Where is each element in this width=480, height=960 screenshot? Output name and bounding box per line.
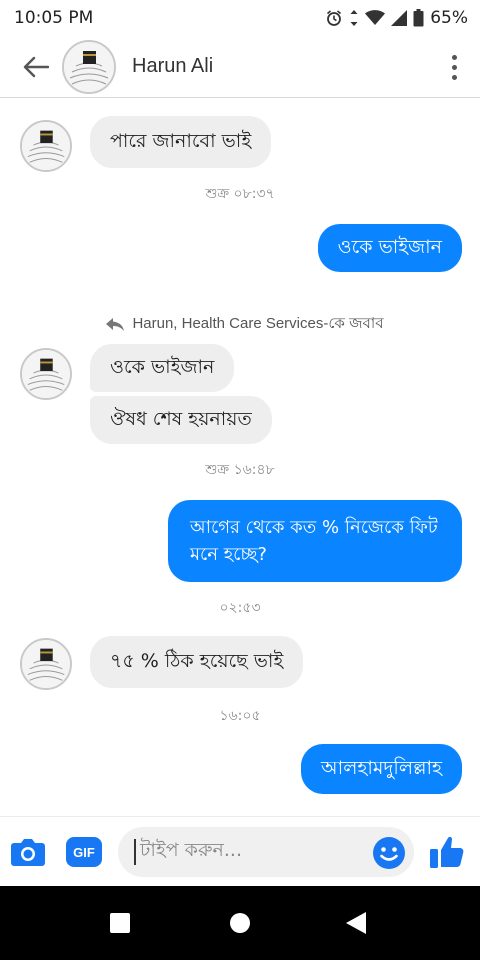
status-bar: 10:05 PM 65% <box>0 0 480 36</box>
message-composer: GIF টাইপ করুন... <box>0 816 480 886</box>
wifi-icon <box>365 10 386 25</box>
message-input-placeholder: টাইপ করুন... <box>140 839 243 861</box>
sender-avatar[interactable] <box>20 348 72 400</box>
kaaba-avatar-image <box>22 640 70 688</box>
battery-icon <box>413 9 424 27</box>
incoming-message[interactable]: ৭৫ % ঠিক হয়েছে ভাই <box>90 636 304 688</box>
conversation-header: Harun Ali <box>0 36 480 98</box>
battery-percent: 65% <box>430 8 468 28</box>
arrow-left-icon <box>23 56 49 77</box>
reply-note-text: Harun, Health Care Services-কে জবাব <box>132 315 384 332</box>
emoji-button[interactable] <box>372 836 406 870</box>
incoming-message[interactable]: ওকে ভাইজান <box>90 344 235 392</box>
system-navigation-bar <box>0 886 480 960</box>
camera-button[interactable] <box>10 836 46 868</box>
home-button[interactable] <box>230 913 250 933</box>
back-button[interactable] <box>18 49 54 85</box>
sender-avatar[interactable] <box>20 120 72 172</box>
incoming-message[interactable]: ঔষধ শেষ হয়নায়ত <box>90 396 272 444</box>
recents-button[interactable] <box>110 913 130 933</box>
outgoing-message[interactable]: আগের থেকে কত % নিজেকে ফিট মনে হচ্ছে? <box>168 500 462 582</box>
contact-avatar[interactable] <box>62 39 116 94</box>
status-icons: 65% <box>325 8 468 28</box>
more-options-button[interactable] <box>442 49 466 85</box>
kaaba-avatar-image <box>22 350 70 398</box>
like-button[interactable] <box>428 833 466 871</box>
message-timestamp: ০২:৫৩ <box>219 600 261 616</box>
message-timestamp: শুক্র ০৮:৩৭ <box>205 186 275 202</box>
data-arrows-icon <box>350 10 358 26</box>
signal-icon <box>391 10 408 26</box>
contact-name[interactable]: Harun Ali <box>132 55 213 78</box>
kaaba-avatar-image <box>22 122 70 170</box>
outgoing-message[interactable]: ওকে ভাইজান <box>317 224 462 272</box>
message-timestamp: ১৬:০৫ <box>219 708 261 724</box>
message-timestamp: শুক্র ১৬:৪৮ <box>205 462 275 478</box>
reply-arrow-icon <box>106 317 125 331</box>
camera-icon <box>11 839 45 866</box>
emoji-icon <box>373 837 405 869</box>
reply-note: Harun, Health Care Services-কে জবাব <box>0 312 480 337</box>
alarm-icon <box>327 10 342 26</box>
system-back-button[interactable] <box>346 912 366 934</box>
gif-button[interactable]: GIF <box>66 837 102 867</box>
incoming-message[interactable]: পারে জানাবো ভাই <box>90 116 272 168</box>
message-thread[interactable]: পারে জানাবো ভাই শুক্র ০৮:৩৭ ওকে ভাইজান H… <box>0 98 480 816</box>
sender-avatar[interactable] <box>20 638 72 690</box>
status-time: 10:05 PM <box>14 8 94 28</box>
message-input[interactable]: টাইপ করুন... <box>118 827 414 877</box>
kaaba-avatar-image <box>64 41 114 92</box>
outgoing-message[interactable]: আলহামদুলিল্লাহ <box>301 744 462 794</box>
text-caret <box>134 839 136 865</box>
thumbs-up-icon <box>430 836 464 868</box>
more-vertical-icon <box>451 54 457 60</box>
